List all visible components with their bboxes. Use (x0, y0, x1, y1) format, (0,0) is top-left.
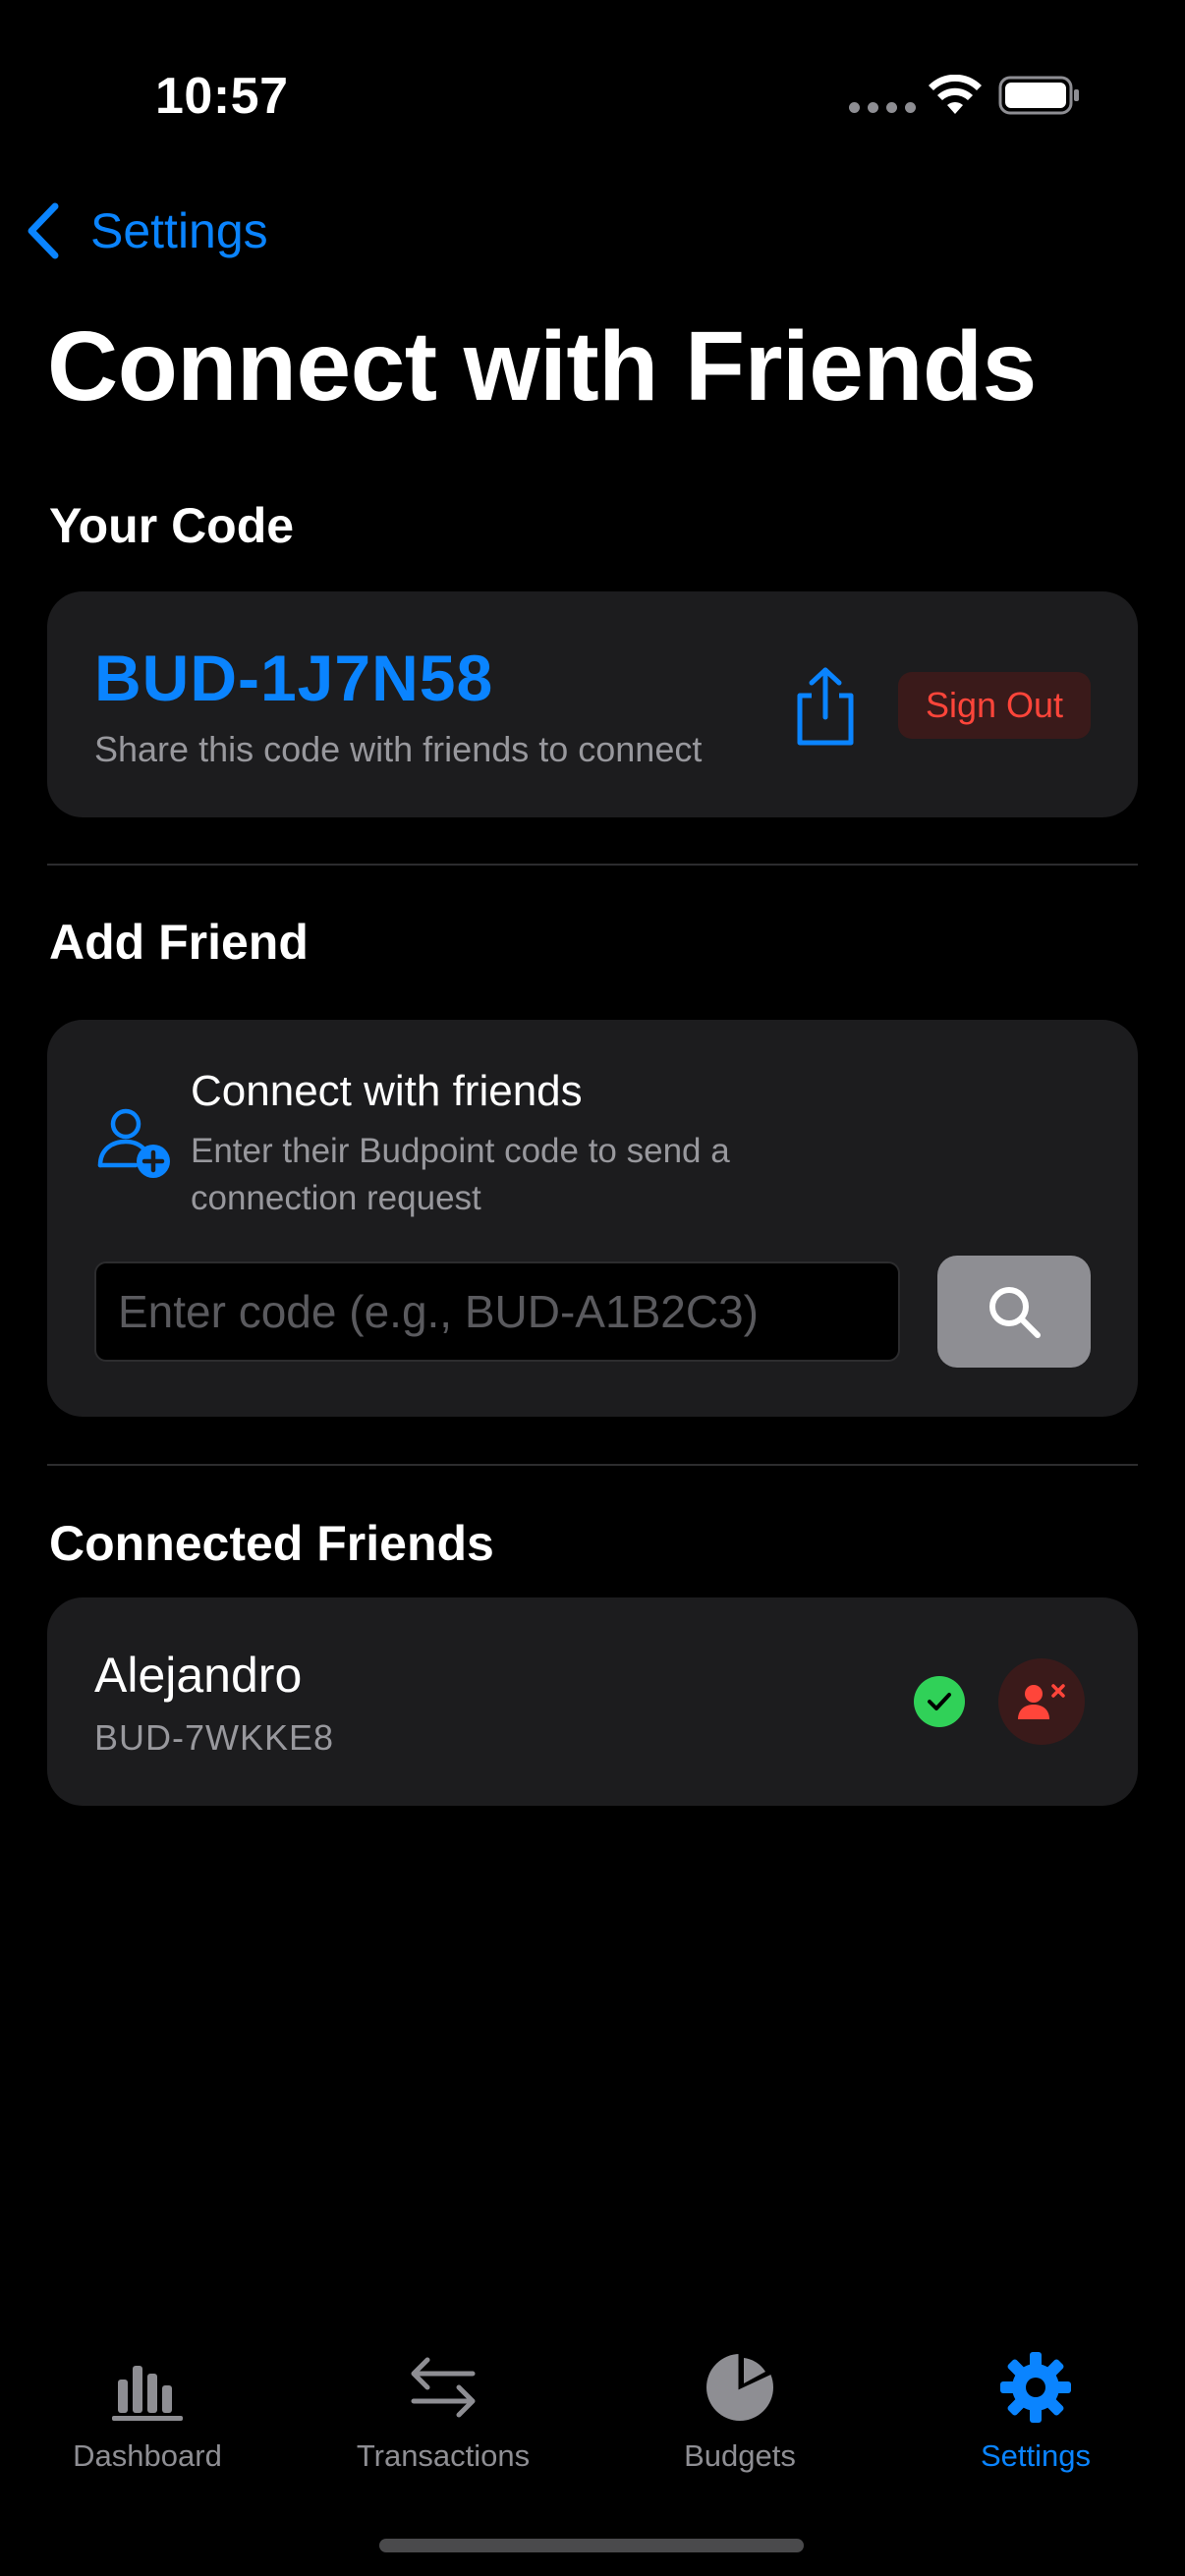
home-indicator (379, 2539, 804, 2552)
status-bar: 10:57 (0, 0, 1185, 187)
friend-name: Alejandro (94, 1648, 303, 1703)
connected-friends-heading: Connected Friends (49, 1516, 494, 1571)
back-button[interactable]: Settings (24, 196, 268, 265)
page-title: Connect with Friends (47, 311, 1037, 421)
arrows-swap-icon (411, 2357, 476, 2418)
tab-label: Transactions (356, 2438, 531, 2473)
back-label: Settings (90, 203, 268, 258)
add-friend-description: Enter their Budpoint code to send a conn… (191, 1132, 730, 1217)
add-friend-heading: Add Friend (49, 915, 309, 970)
wifi-icon (929, 75, 982, 114)
person-remove-icon (1018, 1684, 1065, 1719)
chart-bar-icon (112, 2366, 183, 2421)
gear-icon (1000, 2352, 1071, 2423)
battery-icon (998, 76, 1079, 115)
add-person-icon (97, 1108, 170, 1178)
search-icon (989, 1287, 1041, 1338)
connected-check-icon (914, 1676, 965, 1727)
your-code-heading: Your Code (49, 498, 295, 553)
status-time: 10:57 (155, 68, 289, 125)
tab-budgets[interactable]: Budgets (612, 2319, 868, 2474)
tab-label: Budgets (684, 2438, 796, 2473)
friend-code-input[interactable] (94, 1261, 900, 1362)
tab-transactions[interactable]: Transactions (315, 2319, 571, 2474)
friend-row[interactable]: Alejandro BUD-7WKKE8 (47, 1597, 1138, 1806)
divider (47, 1464, 1138, 1466)
sign-out-button[interactable]: Sign Out (898, 672, 1091, 739)
tab-settings[interactable]: Settings (908, 2319, 1163, 2474)
remove-friend-button[interactable] (998, 1658, 1085, 1745)
chevron-left-icon (28, 202, 59, 259)
add-friend-title: Connect with friends (191, 1067, 583, 1115)
tab-label: Settings (980, 2438, 1091, 2473)
my-code-hint: Share this code with friends to connect (94, 729, 703, 769)
search-button[interactable] (937, 1256, 1091, 1368)
friend-code: BUD-7WKKE8 (94, 1717, 335, 1758)
add-friend-card: Connect with friends Enter their Budpoin… (47, 1020, 1138, 1417)
my-code: BUD-1J7N58 (94, 642, 494, 714)
share-icon[interactable] (790, 666, 861, 747)
tab-bar: Dashboard Transactions Budgets Settings (0, 2319, 1185, 2576)
tab-label: Dashboard (73, 2438, 222, 2473)
signal-icon (849, 102, 916, 113)
divider (47, 864, 1138, 866)
tab-dashboard[interactable]: Dashboard (20, 2319, 275, 2474)
your-code-card: BUD-1J7N58 Share this code with friends … (47, 591, 1138, 817)
pie-chart-icon (706, 2352, 773, 2421)
